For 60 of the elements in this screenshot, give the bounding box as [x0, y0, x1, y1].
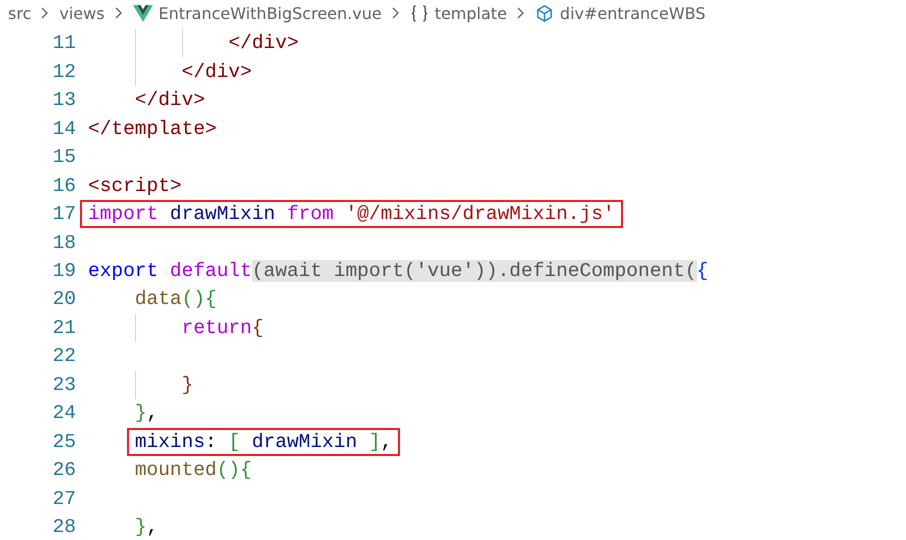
breadcrumb-item[interactable]: EntranceWithBigScreen.vue: [158, 4, 382, 22]
line-number: 26: [52, 459, 76, 482]
line-number: 18: [52, 232, 76, 254]
line-number: 21: [52, 316, 76, 339]
code-token: </div>: [182, 60, 252, 83]
code-token: (){: [182, 288, 217, 310]
line-number: 17: [52, 203, 76, 226]
code-token: drawMixin: [250, 430, 358, 453]
code-token: data: [134, 288, 182, 310]
line-number: 24: [52, 402, 76, 424]
code-token: [: [228, 430, 240, 453]
code-token: <script>: [88, 174, 182, 197]
chevron-icon: [114, 7, 123, 19]
code-token: }: [182, 374, 194, 396]
code-token: export: [88, 260, 160, 282]
code-token: from: [286, 203, 334, 226]
code-token: :: [205, 430, 218, 453]
line-number: 23: [52, 374, 76, 396]
line-number: 14: [52, 118, 76, 140]
code-token: (){: [216, 459, 252, 482]
line-number: 27: [52, 488, 76, 510]
code-token: }: [134, 402, 147, 424]
line-number: 12: [52, 60, 76, 83]
code-token: ]: [368, 430, 381, 453]
chevron-icon: [516, 7, 525, 19]
code-token: </template>: [88, 118, 217, 140]
braces-icon: [410, 4, 429, 22]
line-number: 15: [52, 146, 76, 168]
chevron-icon: [392, 7, 400, 19]
code-token: return: [182, 316, 252, 339]
code-token: }: [134, 516, 147, 538]
code-token: </div>: [228, 32, 299, 54]
breadcrumb-item[interactable]: views: [59, 4, 105, 22]
code-token: mounted: [134, 459, 217, 482]
line-number: 11: [52, 32, 76, 54]
vue-logo-icon: [132, 4, 153, 22]
breadcrumb-item[interactable]: div#entranceWBS: [560, 4, 706, 22]
code-token: import: [88, 203, 158, 226]
code-token: {: [696, 260, 708, 282]
code-token: ,: [380, 430, 392, 453]
code-token: drawMixin: [168, 203, 276, 226]
chevron-icon: [41, 7, 50, 19]
code-token: '@/mixins/drawMixin.js': [344, 203, 615, 226]
breadcrumb-item[interactable]: src: [8, 4, 32, 22]
code-token: ,: [146, 516, 158, 538]
line-number: 28: [52, 516, 76, 538]
cube-icon: [534, 4, 554, 22]
code-token: (await import('vue')).defineComponent(: [252, 260, 697, 282]
code-token: mixins: [134, 430, 206, 453]
line-number: 19: [52, 260, 76, 282]
code-token: {: [252, 316, 264, 339]
line-number: 25: [52, 430, 76, 453]
line-number: 16: [52, 174, 76, 197]
code-token: ,: [146, 402, 158, 424]
code-token: </div>: [134, 89, 206, 112]
line-number: 22: [52, 345, 76, 368]
line-number: 13: [52, 89, 76, 112]
breadcrumb-item[interactable]: template: [434, 4, 507, 22]
line-number: 20: [52, 288, 76, 310]
code-token: default: [170, 260, 252, 282]
